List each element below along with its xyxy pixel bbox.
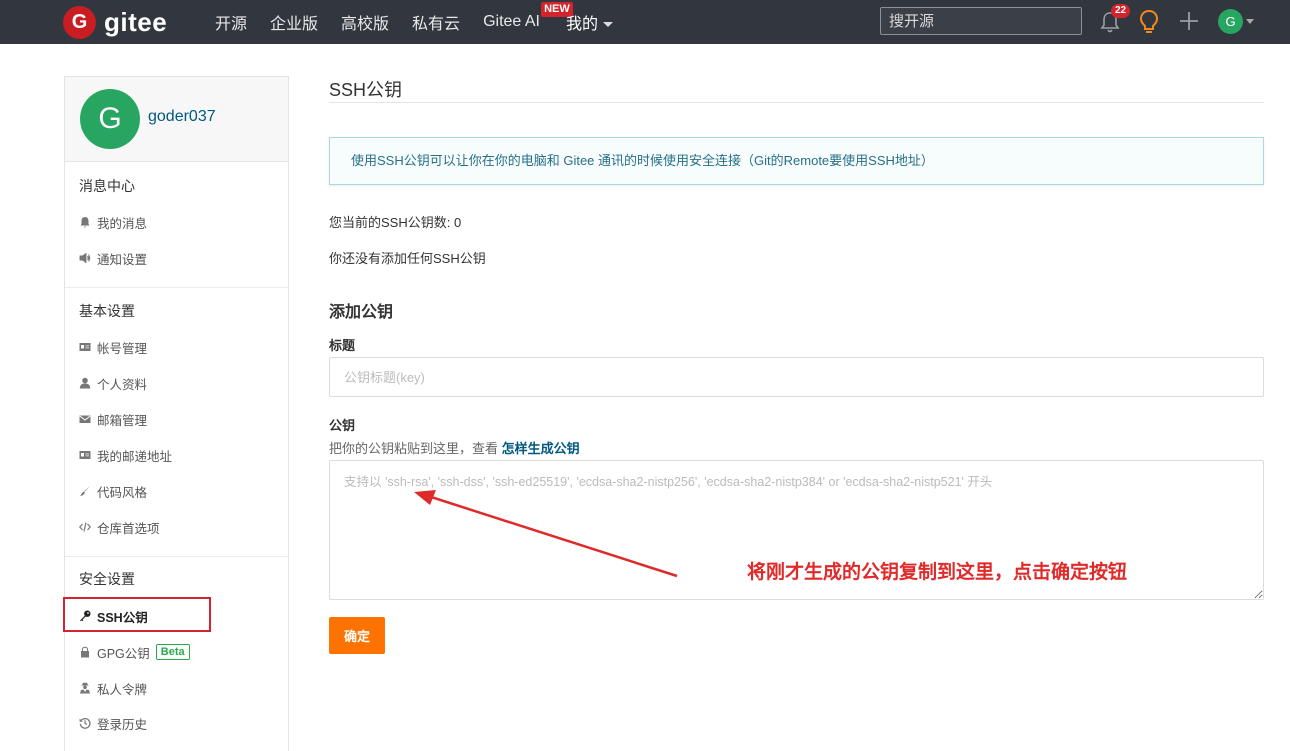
sidebar-item-my-messages[interactable]: 我的消息: [79, 213, 147, 231]
nav-private-cloud[interactable]: 私有云: [412, 10, 460, 34]
bell-icon: [80, 217, 90, 228]
sidebar-item-private-tokens[interactable]: 私人令牌: [79, 679, 147, 697]
sidebar-item-code-style[interactable]: 代码风格: [79, 482, 147, 500]
empty-state-text: 你还没有添加任何SSH公钥: [329, 251, 486, 266]
key-title-input[interactable]: [329, 357, 1264, 397]
divider: [65, 556, 288, 557]
notification-count-badge: 22: [1111, 4, 1131, 18]
sidebar-item-gpg-keys[interactable]: GPG公钥 Beta: [79, 643, 190, 661]
divider: [65, 287, 288, 288]
volume-icon: [79, 252, 91, 264]
sidebar-item-profile[interactable]: 个人资料: [79, 374, 147, 392]
beta-badge: Beta: [155, 644, 190, 660]
key-hint-text: 把你的公钥粘贴到这里，查看: [329, 441, 502, 456]
annotation-highlight-box: [63, 597, 211, 632]
nav-mine-label: 我的: [565, 16, 598, 33]
how-to-generate-key-link[interactable]: 怎样生成公钥: [502, 441, 580, 456]
main-nav: 开源 企业版 高校版 私有云 Gitee AI NEW 我的: [215, 0, 636, 44]
top-navbar: G gitee 开源 企业版 高校版 私有云 Gitee AI NEW 我的 2…: [0, 0, 1290, 44]
code-icon: [79, 522, 91, 532]
sidebar-item-label: 我的消息: [97, 216, 148, 231]
sidebar-item-label: 登录历史: [97, 717, 148, 732]
brush-icon: [80, 485, 90, 496]
sidebar-item-label: 个人资料: [97, 377, 148, 392]
user-secret-icon: [80, 682, 90, 694]
lock-icon: [81, 646, 89, 658]
sidebar-item-account[interactable]: 帐号管理: [79, 338, 147, 356]
logo-text: gitee: [104, 6, 168, 37]
sidebar-item-mailing-address[interactable]: 我的邮递地址: [79, 446, 172, 464]
user-icon: [79, 377, 91, 389]
ssh-key-count: 您当前的SSH公钥数: 0: [329, 215, 462, 230]
lightbulb-icon[interactable]: [1139, 9, 1159, 35]
section-title-messages: 消息中心: [79, 178, 135, 194]
user-avatar[interactable]: G: [1218, 9, 1243, 34]
nav-education[interactable]: 高校版: [341, 10, 389, 34]
sidebar-item-label: 帐号管理: [97, 341, 148, 356]
nav-gitee-ai-label: Gitee AI: [483, 13, 540, 30]
id-card-icon: [79, 451, 91, 459]
section-title-security: 安全设置: [79, 571, 135, 587]
sidebar-item-label: 通知设置: [97, 252, 148, 267]
nav-opensource[interactable]: 开源: [215, 10, 247, 34]
profile-card: G goder037: [65, 77, 288, 162]
nav-enterprise[interactable]: 企业版: [270, 10, 318, 34]
add-key-heading: 添加公钥: [329, 304, 394, 321]
logo-badge: G: [63, 5, 96, 39]
chevron-down-icon[interactable]: [1246, 19, 1254, 24]
envelope-icon: [79, 415, 91, 423]
settings-sidebar: G goder037 消息中心 我的消息 通知设置 基本设置 帐号管理 个人资料…: [64, 76, 289, 751]
sidebar-item-label: 代码风格: [97, 485, 148, 500]
history-icon: [79, 717, 91, 729]
plus-icon[interactable]: [1178, 10, 1200, 32]
sidebar-item-notification-settings[interactable]: 通知设置: [79, 249, 147, 267]
sidebar-item-label: GPG公钥: [97, 646, 150, 661]
sidebar-item-label: 私人令牌: [97, 682, 148, 697]
nav-gitee-ai[interactable]: Gitee AI NEW: [483, 2, 573, 31]
chevron-down-icon: [603, 22, 613, 28]
gitee-logo[interactable]: G gitee: [63, 5, 167, 39]
sidebar-item-email[interactable]: 邮箱管理: [79, 410, 147, 428]
id-card-icon: [79, 343, 91, 351]
annotation-text: 将刚才生成的公钥复制到这里，点击确定按钮: [747, 562, 1128, 583]
username-link[interactable]: goder037: [148, 108, 216, 126]
divider: [329, 102, 1264, 103]
section-title-basic: 基本设置: [79, 303, 135, 319]
sidebar-item-label: 邮箱管理: [97, 413, 148, 428]
key-hint: 把你的公钥粘贴到这里，查看 怎样生成公钥: [329, 438, 580, 457]
sidebar-item-login-history[interactable]: 登录历史: [79, 714, 147, 732]
info-alert: 使用SSH公钥可以让你在你的电脑和 Gitee 通讯的时候使用安全连接（Git的…: [329, 137, 1264, 185]
avatar[interactable]: G: [80, 89, 140, 149]
title-label: 标题: [329, 338, 356, 353]
sidebar-item-label: 我的邮递地址: [97, 449, 173, 464]
nav-mine[interactable]: 我的: [566, 10, 613, 34]
page-title: SSH公钥: [329, 80, 403, 100]
sidebar-item-repo-preferences[interactable]: 仓库首选项: [79, 518, 160, 536]
search-input[interactable]: [880, 7, 1082, 35]
confirm-button[interactable]: 确定: [329, 617, 385, 654]
key-label: 公钥: [329, 418, 356, 433]
sidebar-item-label: 仓库首选项: [97, 521, 160, 536]
